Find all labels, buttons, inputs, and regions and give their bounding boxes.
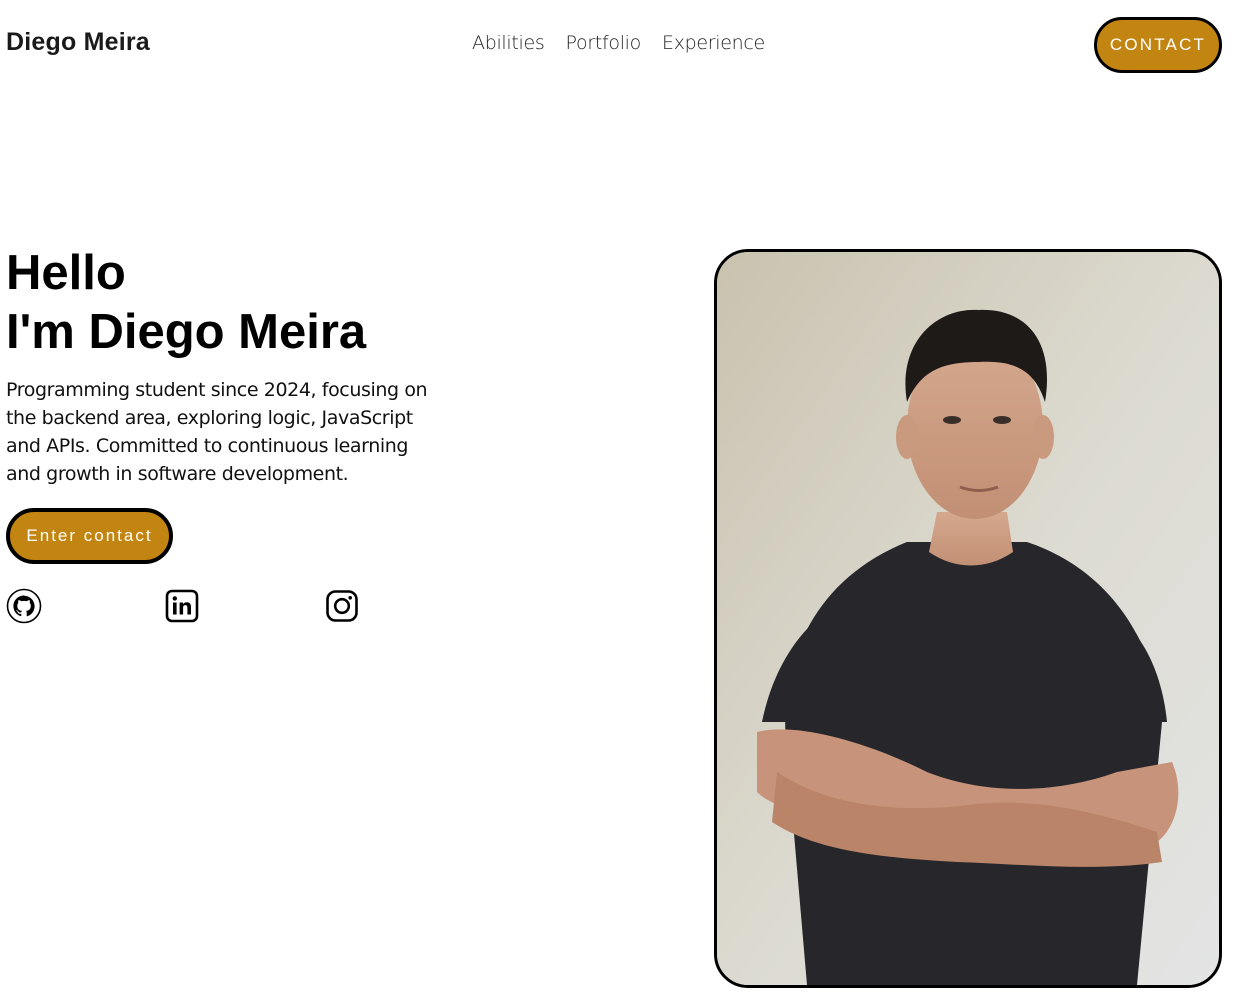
- nav-item-experience[interactable]: Experience: [662, 29, 765, 57]
- instagram-link[interactable]: [324, 588, 360, 624]
- social-links: [6, 588, 366, 624]
- site-header: Diego Meira Abilities Portfolio Experien…: [0, 0, 1242, 90]
- contact-button[interactable]: CONTACT: [1094, 17, 1222, 73]
- brand-logo[interactable]: Diego Meira: [6, 26, 150, 58]
- hero-description: Programming student since 2024, focusing…: [6, 379, 428, 485]
- main-nav: Abilities Portfolio Experience: [472, 29, 765, 57]
- hero-title-line2: I'm Diego Meira: [6, 305, 367, 359]
- hero-title-line1: Hello: [6, 246, 126, 300]
- profile-photo: [714, 249, 1222, 988]
- nav-item-portfolio[interactable]: Portfolio: [566, 29, 642, 57]
- linkedin-link[interactable]: [164, 588, 200, 624]
- portrait-illustration: [717, 252, 1219, 985]
- instagram-icon: [326, 590, 358, 622]
- github-icon: [6, 588, 42, 624]
- github-link[interactable]: [6, 588, 42, 624]
- enter-contact-button[interactable]: Enter contact: [6, 508, 173, 564]
- nav-item-abilities[interactable]: Abilities: [472, 29, 545, 57]
- hero-title: Hello I'm Diego Meira: [6, 244, 366, 362]
- linkedin-icon: [165, 589, 199, 623]
